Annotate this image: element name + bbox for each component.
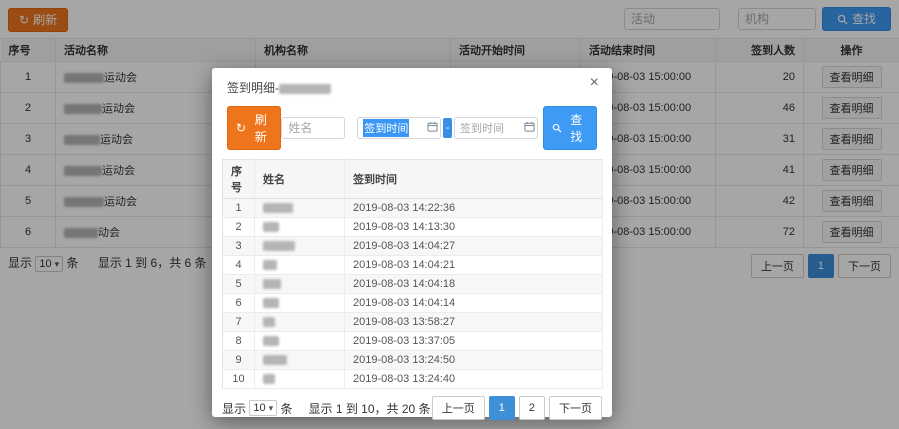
signin-time-start-input[interactable]: 签到时间: [357, 117, 442, 139]
page-size-prefix: 显示: [222, 401, 247, 416]
modal-refresh-button[interactable]: ↻ 刷新: [227, 106, 282, 150]
redacted-text: [263, 241, 295, 252]
cell-signin-time: 2019-08-03 14:04:14: [344, 293, 603, 313]
search-icon: [552, 123, 562, 133]
redacted-text: [263, 203, 293, 214]
name-search-input[interactable]: [281, 117, 346, 139]
page-size-select[interactable]: 10 ▾: [249, 400, 278, 416]
close-icon[interactable]: ×: [590, 75, 599, 91]
signin-row: 9 2019-08-03 13:24:50: [222, 350, 603, 370]
cell-name: [254, 331, 345, 351]
page-number-button[interactable]: 2: [518, 396, 545, 420]
cell-signin-time: 2019-08-03 13:24:50: [344, 350, 603, 370]
cell-no: 3: [222, 236, 255, 256]
cell-signin-time: 2019-08-03 13:24:40: [344, 369, 603, 389]
redacted-text: [263, 317, 275, 328]
cell-name: [254, 217, 345, 237]
signin-detail-modal: 签到明细- × ↻ 刷新 签到时间 - 签到时间: [212, 68, 612, 420]
page-number-button[interactable]: 1: [488, 396, 515, 420]
cell-name: [254, 312, 345, 332]
cell-no: 1: [222, 198, 255, 218]
next-page-button[interactable]: 下一页: [549, 396, 602, 420]
cell-signin-time: 2019-08-03 14:04:27: [344, 236, 603, 256]
cell-signin-time: 2019-08-03 13:37:05: [344, 331, 603, 351]
redacted-text: [279, 83, 331, 94]
col-header-no: 序号: [222, 159, 255, 199]
redacted-text: [263, 279, 281, 290]
signin-row: 3 2019-08-03 14:04:27: [222, 236, 603, 256]
cell-no: 9: [222, 350, 255, 370]
calendar-icon: [524, 121, 535, 132]
modal-header: 签到明细- ×: [212, 68, 612, 104]
date-range-separator: -: [443, 118, 452, 138]
chevron-down-icon: ▾: [268, 403, 274, 413]
cell-name: [254, 350, 345, 370]
signin-table: 序号 姓名 签到时间 1 2019-08-03 14:22:36 2 2019-08-…: [222, 159, 603, 389]
modal-title: 签到明细-: [227, 81, 331, 95]
signin-row: 6 2019-08-03 14:04:14: [222, 293, 603, 313]
cell-name: [254, 255, 345, 275]
cell-signin-time: 2019-08-03 14:13:30: [344, 217, 603, 237]
modal-footer: 显示 10 ▾ 条 显示 1 到 10，共 20 条 上一页 12 下一页: [222, 396, 602, 420]
col-header-name: 姓名: [254, 159, 345, 199]
col-header-signin-time: 签到时间: [344, 159, 603, 199]
cell-name: [254, 198, 345, 218]
redacted-text: [263, 260, 277, 271]
redacted-text: [263, 374, 275, 385]
prev-page-button[interactable]: 上一页: [431, 396, 485, 420]
cell-signin-time: 2019-08-03 14:22:36: [344, 198, 603, 218]
cell-signin-time: 2019-08-03 13:58:27: [344, 312, 603, 332]
cell-no: 4: [222, 255, 255, 275]
modal-refresh-label: 刷新: [254, 113, 267, 144]
page-size-suffix: 条: [280, 401, 293, 416]
refresh-icon: ↻: [236, 121, 247, 135]
modal-search-label: 查找: [570, 113, 583, 144]
signin-time-end-input[interactable]: 签到时间: [453, 117, 538, 139]
cell-no: 5: [222, 274, 255, 294]
redacted-text: [263, 298, 279, 309]
cell-no: 8: [222, 331, 255, 351]
cell-no: 2: [222, 217, 255, 237]
app-window: ↻ 刷新 查找 序号 活动名称 机构名称: [0, 0, 899, 429]
calendar-icon: [427, 121, 438, 132]
cell-no: 10: [222, 369, 255, 389]
signin-row: 10 2019-08-03 13:24:40: [222, 369, 603, 389]
modal-search-button[interactable]: 查找: [542, 106, 598, 150]
cell-signin-time: 2019-08-03 14:04:21: [344, 255, 603, 275]
modal-pagination: 上一页 12 下一页: [431, 396, 602, 420]
redacted-text: [263, 222, 279, 233]
cell-name: [254, 369, 345, 389]
modal-toolbar: ↻ 刷新 签到时间 - 签到时间: [212, 104, 612, 150]
cell-no: 7: [222, 312, 255, 332]
signin-row: 4 2019-08-03 14:04:21: [222, 255, 603, 275]
placeholder-text: 签到时间: [459, 123, 504, 135]
signin-row: 5 2019-08-03 14:04:18: [222, 274, 603, 294]
cell-signin-time: 2019-08-03 14:04:18: [344, 274, 603, 294]
signin-table-header-row: 序号 姓名 签到时间: [222, 159, 603, 199]
selected-placeholder-text: 签到时间: [363, 119, 410, 137]
modal-range-text: 显示 1 到 10，共 20 条: [308, 401, 431, 416]
redacted-text: [263, 355, 287, 366]
cell-name: [254, 293, 345, 313]
cell-name: [254, 236, 345, 256]
redacted-text: [263, 336, 279, 347]
signin-row: 7 2019-08-03 13:58:27: [222, 312, 603, 332]
signin-row: 8 2019-08-03 13:37:05: [222, 331, 603, 351]
signin-row: 2 2019-08-03 14:13:30: [222, 217, 603, 237]
cell-name: [254, 274, 345, 294]
signin-row: 1 2019-08-03 14:22:36: [222, 198, 603, 218]
cell-no: 6: [222, 293, 255, 313]
